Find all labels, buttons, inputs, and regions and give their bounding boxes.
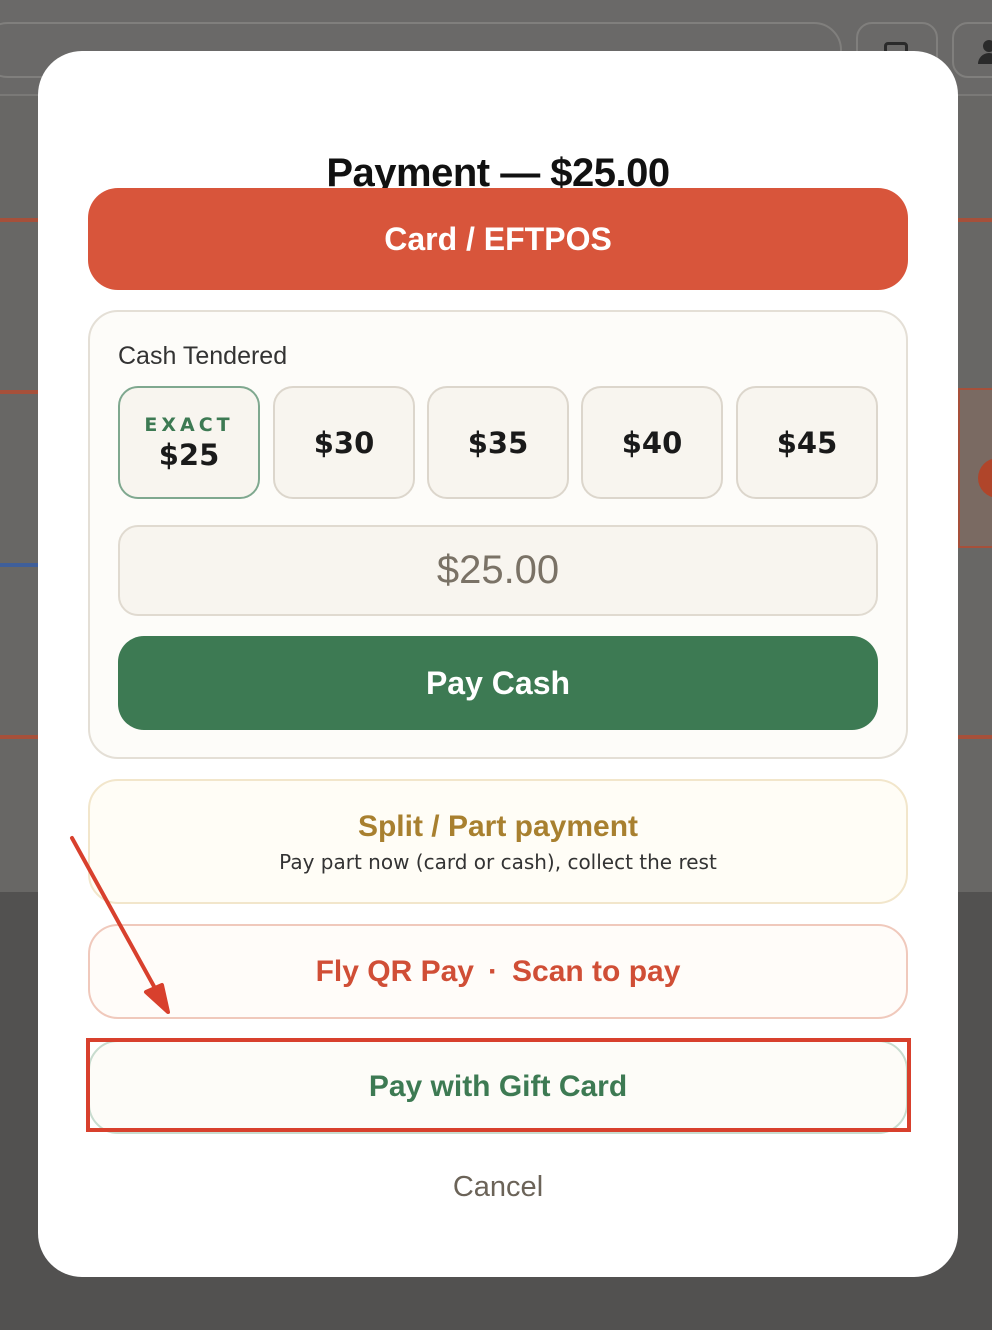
cash-tendered-panel: Cash Tendered EXACT $25 $30 $35 $40 $45 … (88, 310, 908, 759)
quick-amount-value: $30 (313, 425, 375, 460)
quick-amount-button[interactable]: $35 (427, 386, 569, 499)
payment-modal: Payment — $25.00 Card / EFTPOS Cash Tend… (38, 51, 958, 1277)
split-payment-subtitle: Pay part now (card or cash), collect the… (279, 849, 717, 874)
quick-amount-button[interactable]: $30 (273, 386, 415, 499)
card-eftpos-button[interactable]: Card / EFTPOS (88, 188, 908, 290)
background-divider (0, 563, 40, 567)
split-payment-title: Split / Part payment (357, 809, 639, 843)
user-icon (978, 40, 992, 64)
quick-amount-value: $35 (467, 425, 529, 460)
cash-tendered-label: Cash Tendered (118, 342, 288, 370)
quick-amount-button[interactable]: $45 (736, 386, 878, 499)
qr-pay-button[interactable]: Fly QR Pay · Scan to pay (88, 924, 908, 1019)
pay-cash-button[interactable]: Pay Cash (118, 636, 878, 730)
quick-amount-value: $40 (621, 425, 683, 460)
quick-amount-exact-button[interactable]: EXACT $25 (118, 386, 260, 499)
quick-amount-value: $25 (158, 437, 220, 472)
gift-card-button[interactable]: Pay with Gift Card (88, 1040, 908, 1134)
qr-pay-separator: · (488, 954, 498, 988)
qr-pay-label: Fly QR Pay (315, 954, 474, 988)
split-payment-button[interactable]: Split / Part payment Pay part now (card … (88, 779, 908, 904)
cancel-button[interactable]: Cancel (38, 1171, 958, 1204)
gift-card-label: Pay with Gift Card (368, 1070, 628, 1103)
qr-pay-sub: Scan to pay (512, 954, 681, 988)
cash-amount-input[interactable] (118, 525, 878, 616)
quick-amount-button[interactable]: $40 (581, 386, 723, 499)
exact-badge: EXACT (144, 413, 234, 436)
quick-amount-value: $45 (776, 425, 838, 460)
